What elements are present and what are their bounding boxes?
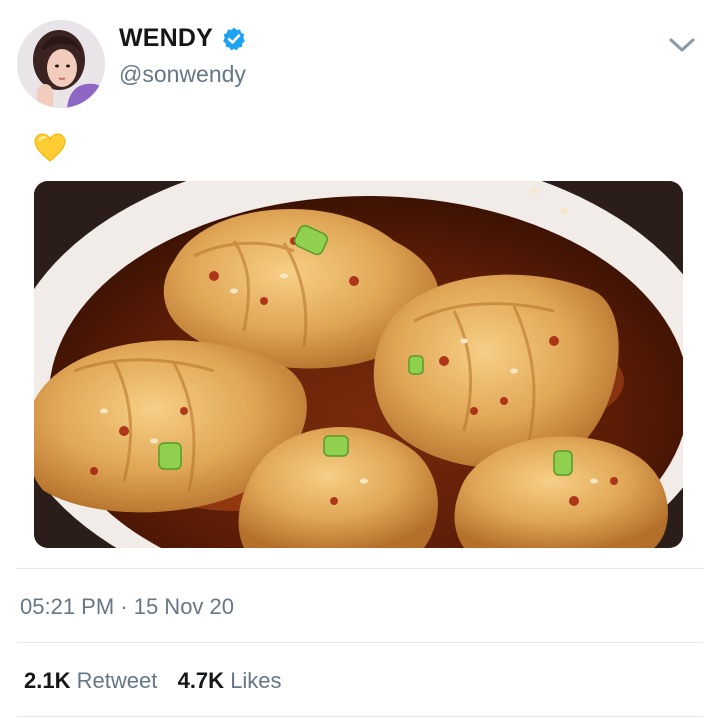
tweet-text [34,133,66,163]
verified-badge-icon [221,26,247,52]
divider [17,642,703,643]
divider [17,568,703,569]
retweets-count[interactable]: 2.1K [24,668,70,693]
likes-count[interactable]: 4.7K [178,668,224,693]
likes-label[interactable]: Likes [230,668,281,693]
tweet-stats: 2.1K Retweet 4.7K Likes [24,668,282,694]
retweets-label[interactable]: Retweet [77,668,158,693]
author-handle[interactable]: @sonwendy [119,61,246,88]
author-avatar[interactable] [17,20,105,108]
tweet-timestamp[interactable]: 05:21 PM · 15 Nov 20 [20,594,234,620]
divider [17,716,703,717]
yellow-heart-icon [34,133,66,163]
tweet-media-image[interactable] [34,181,683,548]
chevron-down-icon[interactable] [667,32,697,56]
author-display-name[interactable]: WENDY [119,24,213,53]
